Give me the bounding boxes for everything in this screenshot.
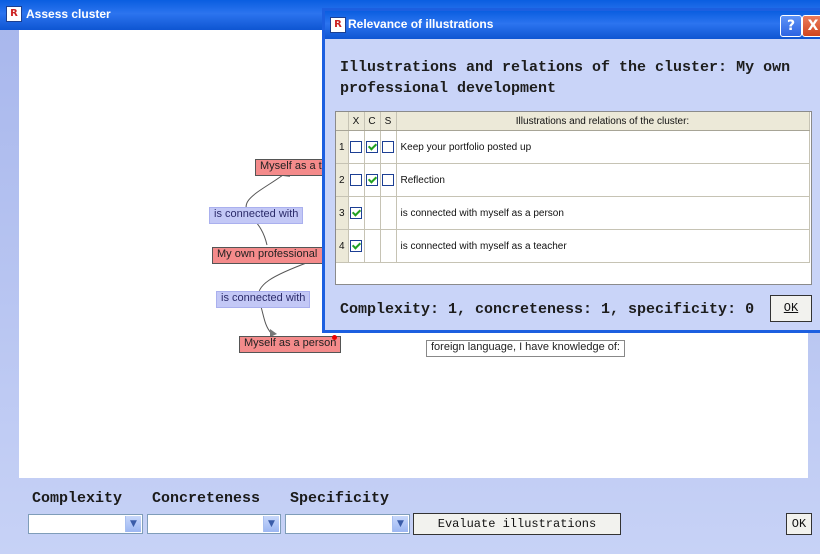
dialog-heading: Illustrations and relations of the clust… <box>340 59 791 97</box>
main-window-title: Assess cluster <box>26 7 111 21</box>
column-header-illustrations[interactable]: Illustrations and relations of the clust… <box>396 112 810 131</box>
column-header-c[interactable]: C <box>364 112 381 131</box>
specificity-label: Specificity <box>290 490 390 507</box>
illustration-text: Keep your portfolio posted up <box>396 130 810 164</box>
node-myself-as-teacher[interactable]: Myself as a te <box>255 159 329 176</box>
illustration-text: is connected with myself as a person <box>396 196 810 230</box>
checkbox-c[interactable] <box>366 174 378 186</box>
complexity-label: Complexity <box>32 490 123 507</box>
cell-s[interactable] <box>380 196 397 230</box>
column-header-x[interactable]: X <box>348 112 365 131</box>
dialog-ok-button[interactable]: OK <box>770 295 812 322</box>
row-number-header <box>336 112 349 131</box>
node-foreign-language[interactable]: foreign language, I have knowledge of: <box>426 340 625 357</box>
checkbox-x[interactable] <box>350 174 362 186</box>
row-number: 2 <box>336 163 349 197</box>
chevron-down-icon[interactable]: ▼ <box>125 516 141 532</box>
cell-s[interactable] <box>380 229 397 263</box>
checkbox-x[interactable] <box>350 207 362 219</box>
cell-c[interactable] <box>364 130 381 164</box>
app-icon: R <box>6 6 22 22</box>
cell-c[interactable] <box>364 196 381 230</box>
evaluate-illustrations-button[interactable]: Evaluate illustrations <box>413 513 621 535</box>
help-button[interactable]: ? <box>780 15 802 37</box>
table-row[interactable]: 1 Keep your portfolio posted up <box>336 130 810 164</box>
cell-c[interactable] <box>364 163 381 197</box>
checkbox-s[interactable] <box>382 141 394 153</box>
dialog-title: Relevance of illustrations <box>348 17 494 31</box>
row-number: 4 <box>336 229 349 263</box>
chevron-down-icon[interactable]: ▼ <box>392 516 408 532</box>
node-relation-upper[interactable]: is connected with <box>209 207 304 224</box>
cell-c[interactable] <box>364 229 381 263</box>
table-row[interactable]: 4 is connected with myself as a teacher <box>336 229 810 263</box>
specificity-select[interactable]: ▼ <box>285 514 410 534</box>
cell-x[interactable] <box>348 130 365 164</box>
cell-s[interactable] <box>380 130 397 164</box>
checkbox-x[interactable] <box>350 240 362 252</box>
row-number: 1 <box>336 130 349 164</box>
ok-button[interactable]: OK <box>786 513 812 535</box>
app-icon: R <box>330 17 346 33</box>
cell-x[interactable] <box>348 196 365 230</box>
cell-s[interactable] <box>380 163 397 197</box>
complexity-select[interactable]: ▼ <box>28 514 143 534</box>
illustration-text: is connected with myself as a teacher <box>396 229 810 263</box>
concreteness-label: Concreteness <box>152 490 261 507</box>
selection-marker-icon <box>332 335 337 340</box>
row-number: 3 <box>336 196 349 230</box>
table-row[interactable]: 3 is connected with myself as a person <box>336 196 810 230</box>
checkbox-x[interactable] <box>350 141 362 153</box>
column-header-s[interactable]: S <box>380 112 397 131</box>
dialog-summary: Complexity: 1, concreteness: 1, specific… <box>340 301 755 318</box>
concreteness-select[interactable]: ▼ <box>147 514 281 534</box>
checkbox-s[interactable] <box>382 174 394 186</box>
illustration-text: Reflection <box>396 163 810 197</box>
illustrations-table[interactable]: X C S Illustrations and relations of the… <box>335 111 812 285</box>
node-my-own-professional[interactable]: My own professional <box>212 247 326 264</box>
cell-x[interactable] <box>348 229 365 263</box>
cell-x[interactable] <box>348 163 365 197</box>
dialog-title-bar[interactable]: R Relevance of illustrations ? X <box>325 11 820 39</box>
node-relation-lower[interactable]: is connected with <box>216 291 311 308</box>
node-myself-as-person[interactable]: Myself as a person <box>239 336 342 353</box>
table-header-row: X C S Illustrations and relations of the… <box>336 112 810 131</box>
checkbox-c[interactable] <box>366 141 378 153</box>
table-row[interactable]: 2 Reflection <box>336 163 810 197</box>
close-button[interactable]: X <box>802 15 820 37</box>
chevron-down-icon[interactable]: ▼ <box>263 516 279 532</box>
relevance-dialog: R Relevance of illustrations ? X Illustr… <box>322 8 820 333</box>
